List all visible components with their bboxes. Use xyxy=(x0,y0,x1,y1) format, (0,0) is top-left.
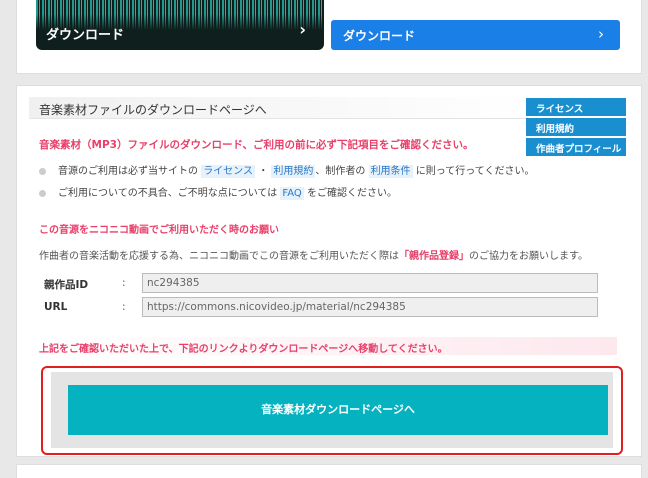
conditions-link[interactable]: 利用条件 xyxy=(368,165,413,178)
faq-link[interactable]: FAQ xyxy=(280,187,304,200)
nico-title: この音源をニコニコ動画でご利用いただく時のお願い xyxy=(39,225,279,236)
chevron-right-icon: › xyxy=(598,25,604,43)
bottom-panel xyxy=(16,464,642,478)
section-title: 音楽素材ファイルのダウンロードページへ xyxy=(39,103,267,117)
parent-id-field[interactable] xyxy=(142,273,598,293)
main-panel: 音楽素材ファイルのダウンロードページへ ライセンス 利用規約 作曲者プロフィール… xyxy=(16,85,642,457)
side-nav-terms[interactable]: 利用規約 xyxy=(526,118,626,136)
blue-download-button[interactable]: ダウンロード › xyxy=(331,20,620,50)
license-link[interactable]: ライセンス xyxy=(201,165,255,178)
confirm-text: 上記をご確認いただいた上で、下記のリンクよりダウンロードページへ移動してください… xyxy=(39,344,448,355)
terms-link[interactable]: 利用規約 xyxy=(271,165,316,178)
bullet-icon xyxy=(39,167,46,175)
bullet-icon xyxy=(39,189,46,197)
notice-bullet-faq: ご利用についての不具合、ご不明な点については FAQ をご確認ください。 xyxy=(39,184,397,200)
confirm-bar: 上記をご確認いただいた上で、下記のリンクよりダウンロードページへ移動してください… xyxy=(39,337,617,355)
download-label: ダウンロード xyxy=(343,29,416,43)
nico-description: 作曲者の音楽活動を応援する為、ニコニコ動画でこの音源をご利用いただく際は「親作品… xyxy=(39,251,588,262)
url-field[interactable] xyxy=(142,297,598,317)
colon: : xyxy=(122,277,126,289)
notice-title: 音楽素材（MP3）ファイルのダウンロード、ご利用の前に必ず下記項目をご確認くださ… xyxy=(39,139,474,151)
download-highlight-frame: 音楽素材ダウンロードページへ xyxy=(41,366,623,455)
parent-id-label: 親作品ID xyxy=(44,279,89,291)
chevron-right-icon: › xyxy=(299,20,306,39)
side-nav: ライセンス 利用規約 作曲者プロフィール xyxy=(526,98,626,158)
music-download-page-button[interactable]: 音楽素材ダウンロードページへ xyxy=(68,385,608,435)
waveform-download-button[interactable]: ダウンロード › xyxy=(36,0,324,50)
section-header: 音楽素材ファイルのダウンロードページへ xyxy=(29,97,537,119)
download-label: ダウンロード xyxy=(46,28,125,43)
url-label: URL xyxy=(44,301,68,313)
side-nav-license[interactable]: ライセンス xyxy=(526,98,626,116)
colon: : xyxy=(122,301,126,313)
side-nav-composer-profile[interactable]: 作曲者プロフィール xyxy=(526,138,626,156)
notice-bullet-usage: 音源のご利用は必ず当サイトの ライセンス ・ 利用規約 、制作者の 利用条件 に則… xyxy=(39,162,534,178)
